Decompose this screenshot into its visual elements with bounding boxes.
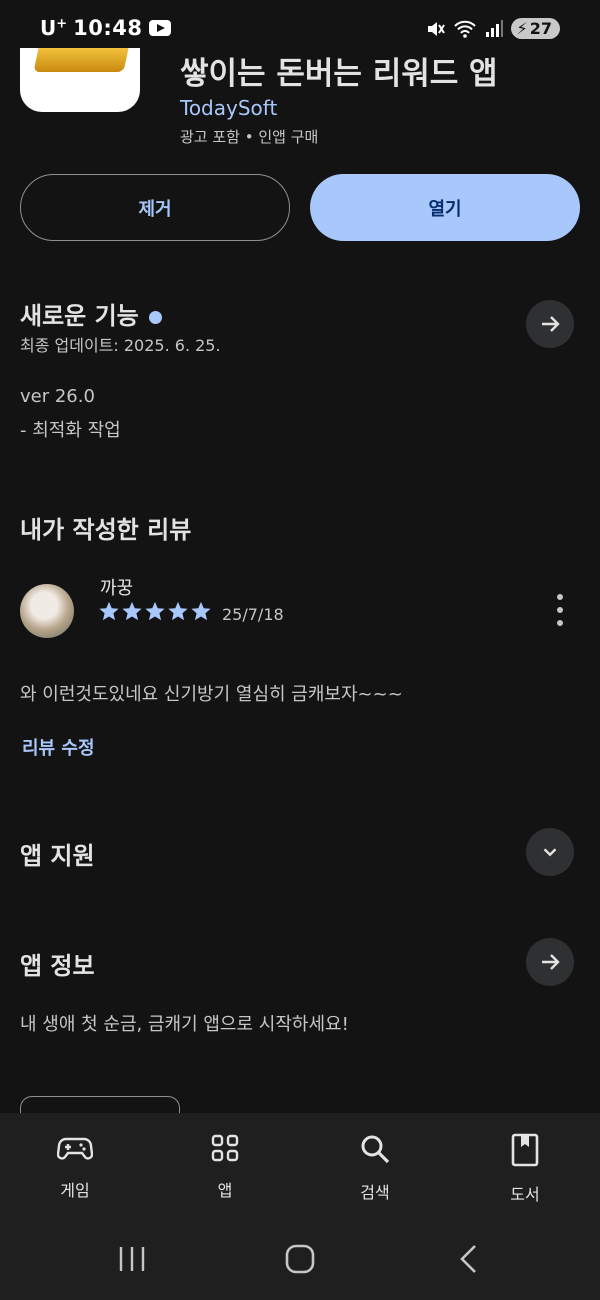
app-header: 쌓이는 돈버는 리워드 앱 TodaySoft 광고 포함 • 인앱 구매 [0, 48, 600, 168]
review-text: 와 이런것도있네요 신기방기 열심히 금캐보자~~~ [20, 684, 403, 705]
back-icon [460, 1245, 476, 1273]
wifi-icon [453, 20, 476, 38]
app-description: 내 생애 첫 순금, 금캐기 앱으로 시작하세요! [20, 1014, 349, 1035]
star-icon [145, 601, 165, 621]
developer-link[interactable]: TodaySoft [180, 96, 277, 120]
home-button[interactable] [282, 1241, 318, 1281]
signal-icon [485, 19, 503, 37]
app-support-expand-button[interactable] [526, 828, 574, 876]
star-icon [99, 601, 119, 621]
app-info-title[interactable]: 앱 정보 [20, 946, 95, 981]
open-button[interactable]: 열기 [310, 174, 580, 241]
last-updated: 최종 업데이트: 2025. 6. 25. [20, 336, 221, 355]
back-button[interactable] [454, 1241, 484, 1281]
star-icon [191, 601, 211, 621]
charging-icon: ⚡ [516, 19, 528, 38]
apps-grid-icon [210, 1133, 240, 1163]
app-icon [20, 48, 140, 112]
youtube-notification-icon [148, 20, 171, 36]
battery-indicator: ⚡ 27 [510, 18, 560, 39]
nav-apps[interactable]: 앱 [150, 1113, 300, 1223]
whats-new-heading[interactable]: 새로운 기능 [20, 296, 162, 331]
whats-new-title: 새로운 기능 [20, 302, 139, 330]
whats-new-arrow-button[interactable] [526, 300, 574, 348]
remove-button[interactable]: 제거 [20, 174, 290, 241]
recent-apps-button[interactable] [116, 1241, 148, 1281]
release-note: - 최적화 작업 [20, 420, 121, 441]
gamepad-icon [57, 1133, 93, 1163]
avatar [20, 584, 74, 638]
nav-games[interactable]: 게임 [0, 1113, 150, 1223]
new-indicator-dot [148, 310, 162, 324]
system-nav-bar [0, 1223, 600, 1300]
reviewer-name: 까꿍 [100, 578, 134, 599]
arrow-right-icon [542, 316, 560, 332]
recent-apps-icon [119, 1247, 145, 1271]
home-icon [285, 1244, 315, 1274]
carrier-label: U+ [40, 16, 68, 40]
review-date: 25/7/18 [222, 605, 284, 624]
more-options-button[interactable] [548, 594, 572, 626]
book-icon [510, 1133, 540, 1167]
mute-icon [427, 21, 445, 36]
clock: 10:48 [73, 16, 143, 40]
app-info-arrow-button[interactable] [526, 938, 574, 986]
edit-review-link[interactable]: 리뷰 수정 [22, 734, 95, 760]
star-icon [122, 601, 142, 621]
arrow-right-icon [542, 954, 560, 970]
nav-books[interactable]: 도서 [450, 1113, 600, 1223]
chevron-down-icon [543, 848, 557, 857]
app-support-title[interactable]: 앱 지원 [20, 836, 95, 871]
bottom-nav: 게임 앱 검색 도서 [0, 1113, 600, 1223]
app-title: 쌓이는 돈버는 리워드 앱 [180, 56, 498, 92]
my-review-title: 내가 작성한 리뷰 [20, 516, 192, 544]
search-icon [359, 1133, 391, 1165]
nav-search[interactable]: 검색 [300, 1113, 450, 1223]
star-icon [168, 601, 188, 621]
version-text: ver 26.0 [20, 386, 95, 407]
star-rating [98, 600, 212, 622]
app-meta: 광고 포함 • 인앱 구매 [180, 128, 319, 146]
